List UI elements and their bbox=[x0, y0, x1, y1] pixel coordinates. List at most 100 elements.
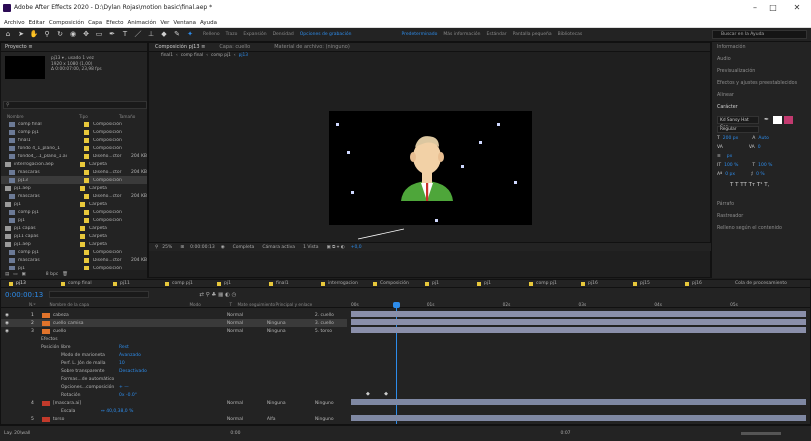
timeline-tab[interactable]: pj15 bbox=[633, 281, 677, 286]
property-row[interactable]: Efectos bbox=[1, 335, 347, 343]
menu-composicion[interactable]: Composición bbox=[49, 20, 84, 26]
timeline-tab[interactable]: comp pj1 bbox=[165, 281, 209, 286]
project-item[interactable]: final1 Composición bbox=[1, 136, 147, 144]
layer-trackmatte[interactable]: Ninguna bbox=[267, 329, 307, 334]
project-item[interactable]: pj1.aep Carpeta bbox=[1, 184, 147, 192]
selection-tool-icon[interactable]: ➤ bbox=[16, 30, 26, 39]
roto-tool-icon[interactable]: ✎ bbox=[172, 30, 182, 39]
vertical-scale-value[interactable]: 100 % bbox=[724, 163, 738, 168]
timeline-tab[interactable]: pj1 bbox=[425, 281, 469, 286]
label-color-swatch[interactable] bbox=[84, 209, 89, 215]
timeline-tab[interactable]: pj11 bbox=[113, 281, 157, 286]
tsume-value[interactable]: 0 % bbox=[756, 172, 765, 177]
visibility-eye-icon[interactable]: ◉ bbox=[5, 321, 9, 326]
timeline-tab[interactable]: pj1 bbox=[477, 281, 521, 286]
keyframe-icons[interactable]: ◆ ◆ bbox=[366, 391, 388, 397]
stroke-color-swatch[interactable] bbox=[784, 115, 794, 124]
view-options-icon[interactable]: ▣ ⧉ ⌖ ◐ bbox=[326, 244, 344, 250]
breadcrumb-item[interactable]: comp pj1 bbox=[211, 53, 231, 58]
zoom-dropdown[interactable]: 25% bbox=[162, 245, 172, 250]
property-row[interactable]: Sobre transparente Desactivado bbox=[1, 367, 347, 375]
layer-trackmatte[interactable]: Ninguna bbox=[267, 401, 307, 406]
exposure-value[interactable]: +0,0 bbox=[351, 245, 362, 250]
maximize-button[interactable]: □ bbox=[766, 3, 780, 12]
label-color-swatch[interactable] bbox=[80, 161, 85, 167]
layer-parent[interactable]: Ninguno bbox=[315, 417, 334, 422]
content-aware-fill-header[interactable]: Relleno según el contenido bbox=[712, 223, 811, 235]
camera-dropdown[interactable]: Cámara activa bbox=[262, 245, 295, 250]
property-value[interactable]: 0x -0.0° bbox=[119, 393, 137, 398]
rotate-tool-icon[interactable]: ↻ bbox=[55, 30, 65, 39]
close-button[interactable]: ✕ bbox=[790, 3, 804, 12]
magnification-icon[interactable]: ⚲ bbox=[155, 245, 158, 250]
layer-row-4[interactable]: 4 [mascara.ai] Normal Ninguna Ninguno bbox=[1, 399, 347, 407]
font-family-dropdown[interactable]: Kd Sansy Hat Con... bbox=[717, 115, 759, 130]
timeline-tab[interactable]: Composición bbox=[373, 281, 417, 286]
label-color-swatch[interactable] bbox=[83, 193, 89, 199]
timeline-tab[interactable]: comp final bbox=[61, 281, 105, 286]
property-value[interactable]: Rest bbox=[119, 345, 129, 350]
property-row[interactable]: Perf. L. Jón de malla 10 bbox=[1, 359, 347, 367]
workspace-small-screen[interactable]: Pantalla pequeña bbox=[513, 32, 552, 37]
layer-bar-1[interactable] bbox=[351, 311, 806, 317]
baseline-value[interactable]: 0 px bbox=[725, 172, 735, 177]
label-color-swatch[interactable] bbox=[83, 169, 89, 175]
layer-mode[interactable]: Normal bbox=[227, 313, 267, 318]
bit-depth-label[interactable]: 8 bpc bbox=[46, 272, 58, 277]
project-search-input[interactable]: ⚲ bbox=[3, 101, 147, 109]
density-label[interactable]: Densidad bbox=[273, 32, 294, 37]
project-item[interactable]: comp pj1 Composición bbox=[1, 128, 147, 136]
minimize-button[interactable]: – bbox=[748, 3, 762, 12]
property-row[interactable]: Rotación 0x -0.0° bbox=[1, 391, 347, 399]
fill-color-swatch[interactable] bbox=[773, 115, 783, 124]
project-item[interactable]: mascaras Diseño...ctor 204 KB bbox=[1, 192, 147, 200]
layer-parent[interactable]: Ninguno bbox=[315, 401, 334, 406]
composition-tab[interactable]: Composición pj13 ≡ bbox=[155, 44, 205, 50]
label-color-swatch[interactable] bbox=[80, 233, 85, 239]
label-color-swatch[interactable] bbox=[84, 137, 89, 143]
font-size-value[interactable]: 200 px bbox=[723, 136, 739, 141]
type-tool-icon[interactable]: T bbox=[120, 30, 130, 39]
tracker-panel-header[interactable]: Rastreador bbox=[712, 211, 811, 223]
pan-behind-tool-icon[interactable]: ✥ bbox=[81, 30, 91, 39]
workspace-more-info[interactable]: Más información bbox=[443, 32, 480, 37]
timeline-switches-icons[interactable]: ⇄ ⚲ ♣ ▦ ◐ ◷ bbox=[199, 292, 236, 298]
time-ruler[interactable]: 00s 01s 02s 03s 04s 05s bbox=[351, 302, 806, 309]
layer-bar-4[interactable] bbox=[351, 399, 806, 405]
menu-capa[interactable]: Capa bbox=[88, 20, 102, 26]
label-color-swatch[interactable] bbox=[80, 185, 85, 191]
layer-name[interactable]: torso bbox=[53, 417, 173, 422]
layer-bar-2[interactable] bbox=[351, 319, 806, 325]
audio-panel-header[interactable]: Audio bbox=[712, 54, 811, 66]
timeline-tab[interactable]: interrogacion bbox=[321, 281, 365, 286]
property-row[interactable]: Opciones...composición + — bbox=[1, 383, 347, 391]
property-row[interactable]: Modo de marioneta Avanzado bbox=[1, 351, 347, 359]
label-color-swatch[interactable] bbox=[84, 129, 89, 135]
menu-ver[interactable]: Ver bbox=[160, 20, 169, 26]
record-options-label[interactable]: Opciones de grabación bbox=[300, 32, 352, 37]
layer-name[interactable]: [mascara.ai] bbox=[53, 401, 173, 406]
timeline-search-input[interactable] bbox=[49, 291, 150, 298]
clone-tool-icon[interactable]: ⊥ bbox=[146, 30, 156, 39]
project-item[interactable]: mascaras Diseño...ctor 204 KB bbox=[1, 168, 147, 176]
effects-panel-header[interactable]: Efectos y ajustes preestablecidos bbox=[712, 78, 811, 90]
pen-tool-icon[interactable]: ✒ bbox=[107, 30, 117, 39]
visibility-eye-icon[interactable]: ◉ bbox=[5, 329, 9, 334]
layer-mode[interactable]: Normal bbox=[227, 401, 267, 406]
interpret-footage-icon[interactable]: ▤ bbox=[5, 272, 9, 277]
layer-row[interactable]: ◉ 2 cuello camisa Normal Ninguna 3. cuello bbox=[1, 319, 347, 327]
header-size[interactable]: Tamaño bbox=[119, 114, 135, 119]
layer-bar-3[interactable] bbox=[351, 327, 806, 333]
property-row[interactable]: Formas...de automático bbox=[1, 375, 347, 383]
project-item[interactable]: comp pj1 Composición bbox=[1, 208, 147, 216]
col-mode[interactable]: Modo bbox=[189, 302, 229, 307]
layer-parent[interactable]: 5. torso bbox=[315, 329, 332, 334]
zoom-tool-icon[interactable]: ⚲ bbox=[42, 30, 52, 39]
project-tab[interactable]: Proyecto ≡ bbox=[5, 44, 33, 50]
property-row[interactable]: Posición libre Rest bbox=[1, 343, 347, 351]
timeline-tab[interactable]: pj13 bbox=[9, 281, 53, 286]
menu-archivo[interactable]: Archivo bbox=[4, 20, 25, 26]
menu-animacion[interactable]: Animación bbox=[128, 20, 157, 26]
timecode-display[interactable]: 0:00:00:13 bbox=[190, 245, 215, 250]
col-trackmatte[interactable]: Mate seguimiento bbox=[237, 302, 275, 307]
